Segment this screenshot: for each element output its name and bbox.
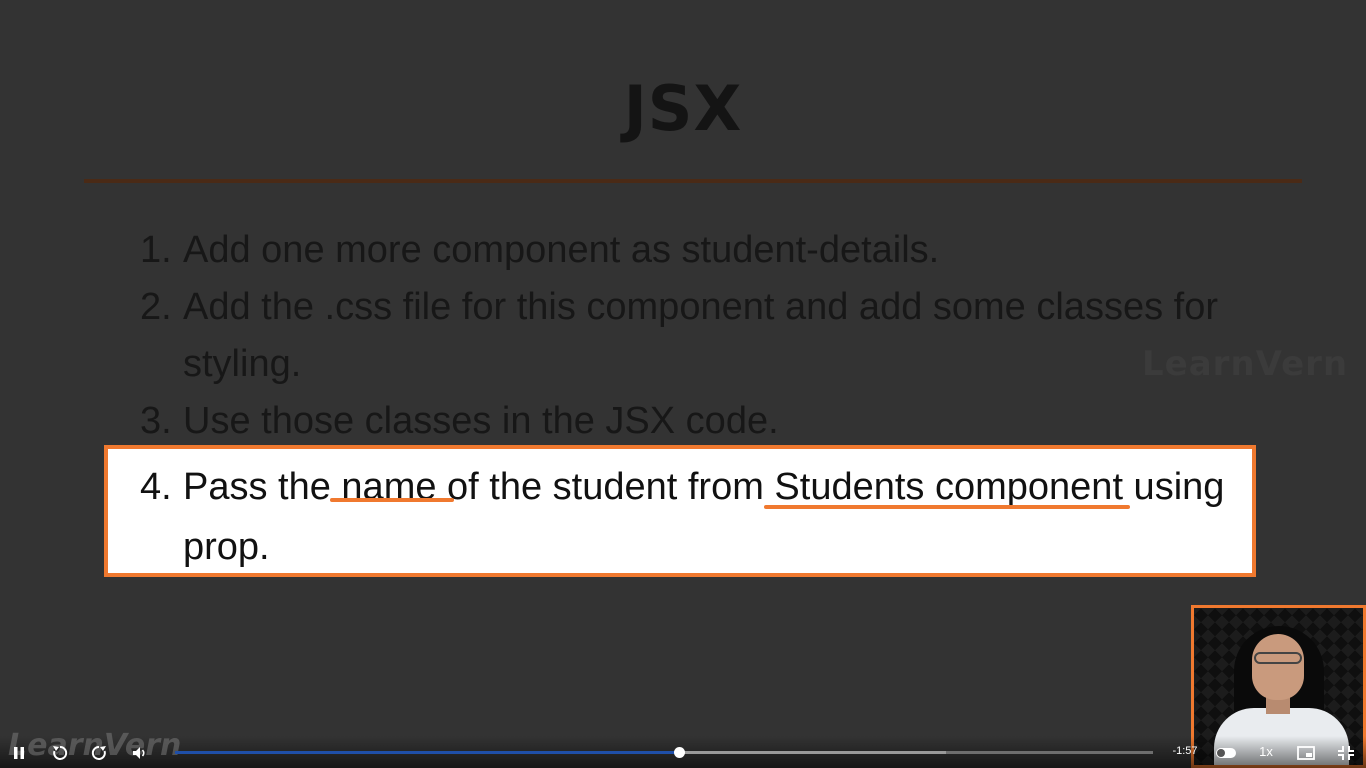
list-item: 1. Add one more component as student-det… bbox=[140, 222, 1260, 279]
slide-list: 1. Add one more component as student-det… bbox=[140, 222, 1260, 450]
time-remaining: -1:57 bbox=[1172, 745, 1198, 757]
progress-handle[interactable] bbox=[673, 747, 685, 758]
picture-in-picture-icon[interactable] bbox=[1296, 744, 1316, 762]
list-item-text: Add one more component as student-detail… bbox=[183, 229, 940, 271]
list-item-number: 4. bbox=[140, 466, 172, 508]
list-item-number: 2. bbox=[140, 286, 172, 328]
rewind-icon[interactable] bbox=[50, 744, 70, 762]
presenter-face bbox=[1252, 634, 1304, 700]
video-frame: JSX 1. Add one more component as student… bbox=[0, 0, 1366, 768]
title-divider bbox=[84, 179, 1302, 183]
list-item-text: Pass the name of the student from Studen… bbox=[183, 466, 1225, 568]
list-item-number: 3. bbox=[140, 400, 172, 442]
volume-icon[interactable] bbox=[130, 744, 150, 762]
pause-icon[interactable] bbox=[10, 744, 28, 762]
playback-speed-button[interactable]: 1x bbox=[1255, 744, 1277, 759]
list-item-number: 1. bbox=[140, 229, 172, 271]
underline-students-component-annotation bbox=[764, 505, 1130, 509]
underline-name-annotation bbox=[330, 498, 454, 502]
progress-bar[interactable] bbox=[175, 747, 1153, 758]
list-item-text: Use those classes in the JSX code. bbox=[183, 400, 779, 442]
list-item: 3. Use those classes in the JSX code. bbox=[140, 393, 1260, 450]
slide-title: JSX bbox=[623, 72, 743, 145]
progress-played bbox=[175, 751, 679, 754]
highlighted-list-item: 4. Pass the name of the student from Stu… bbox=[140, 457, 1240, 577]
toggle-knob bbox=[1217, 749, 1225, 757]
list-item-text: Add the .css file for this component and… bbox=[183, 286, 1218, 385]
list-item: 2. Add the .css file for this component … bbox=[140, 279, 1260, 393]
highlighted-item-box: 4. Pass the name of the student from Stu… bbox=[104, 445, 1256, 577]
presenter-glasses bbox=[1254, 652, 1302, 664]
forward-icon[interactable] bbox=[89, 744, 109, 762]
exit-fullscreen-icon[interactable] bbox=[1336, 744, 1356, 762]
watermark-logo: LearnVern bbox=[1142, 344, 1349, 384]
